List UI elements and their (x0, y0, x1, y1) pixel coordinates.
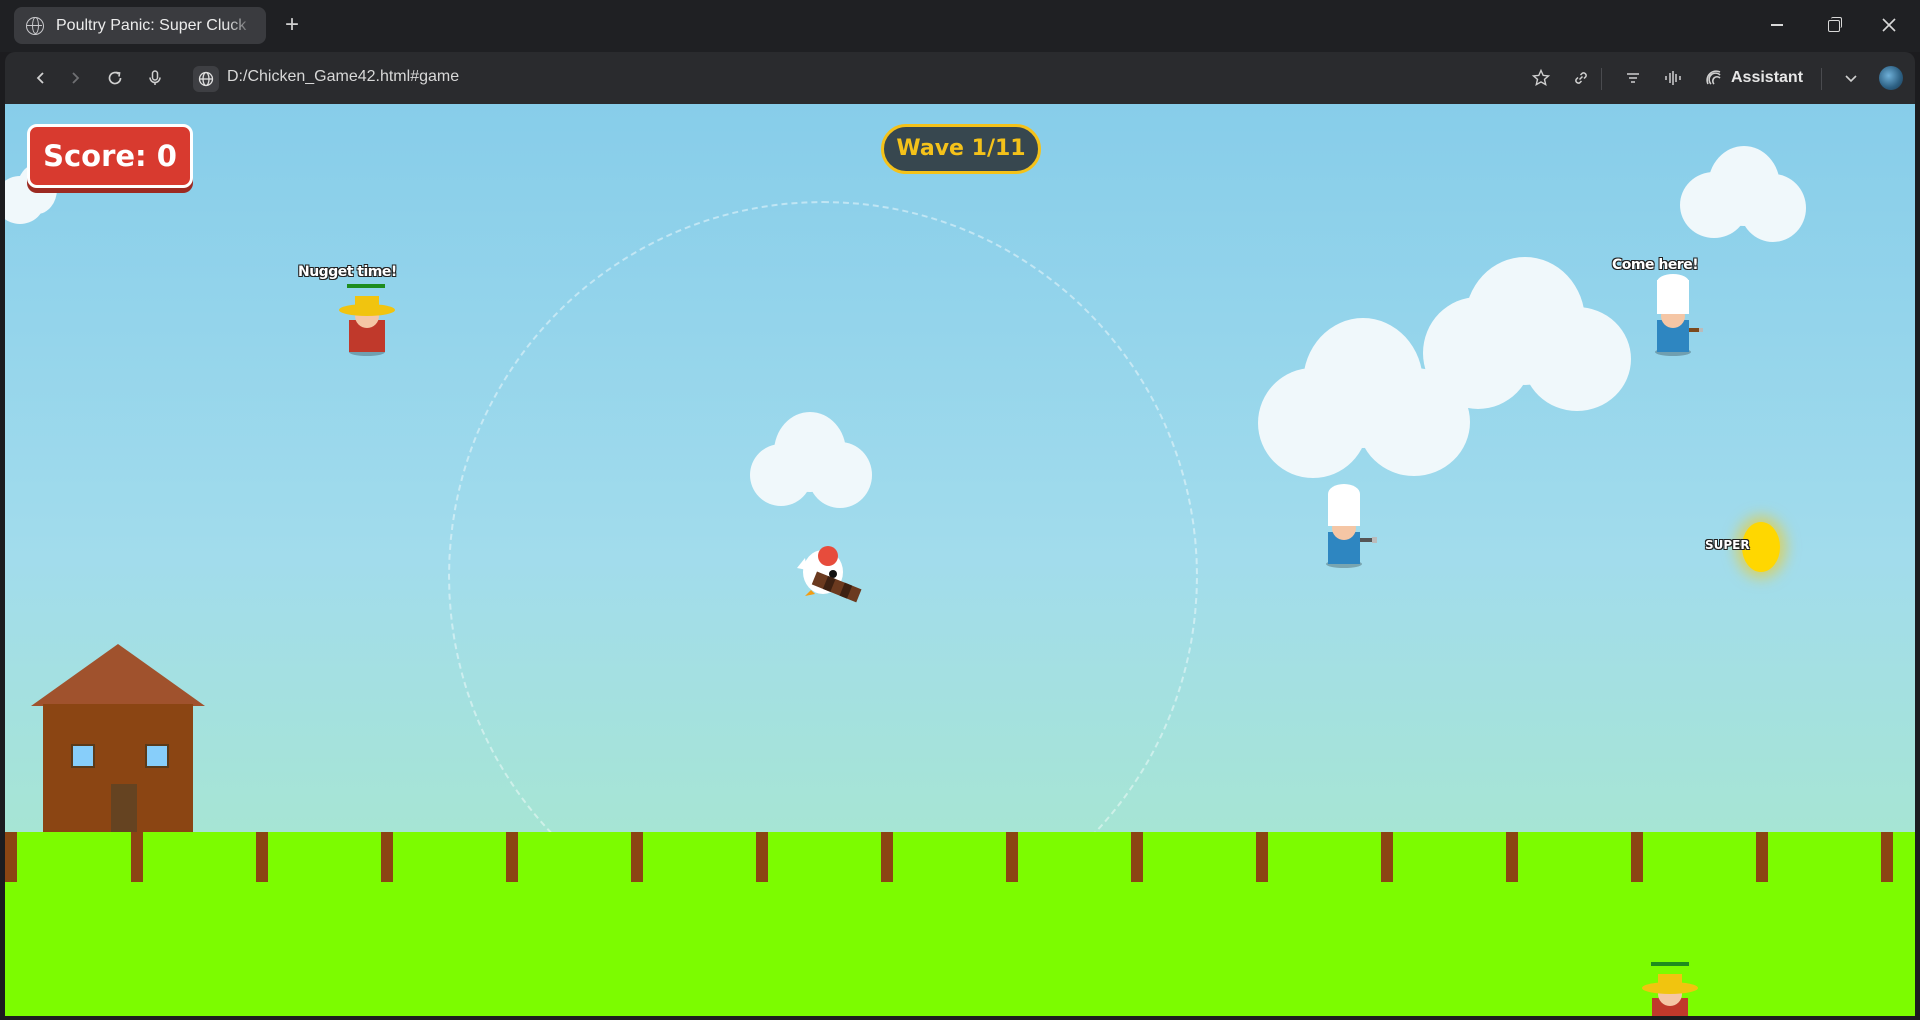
bookmark-button[interactable] (1527, 64, 1555, 92)
assistant-button[interactable]: Assistant (1705, 66, 1803, 90)
browser-tab[interactable]: Poultry Panic: Super Cluck (14, 7, 266, 44)
fence-post (1506, 832, 1518, 882)
fence-post (1131, 832, 1143, 882)
link-icon (1575, 72, 1587, 84)
globe-icon (198, 71, 214, 87)
fence-post (881, 832, 893, 882)
restore-button[interactable] (1810, 8, 1856, 42)
fence-post (631, 832, 643, 882)
fence-post (1006, 832, 1018, 882)
enemy-health-bar (347, 284, 385, 288)
fence-post (1756, 832, 1768, 882)
star-icon (1531, 68, 1551, 87)
globe-icon (26, 16, 44, 35)
arrow-right-icon (72, 72, 80, 84)
assistant-label: Assistant (1731, 69, 1804, 86)
enemy-speech: Come here! (1612, 257, 1699, 273)
score-display: Score: 0 (27, 124, 193, 188)
arrow-left-icon (36, 72, 44, 84)
fence-post (256, 832, 268, 882)
house-window (145, 744, 169, 768)
reload-icon (108, 71, 122, 85)
audio-button[interactable] (1659, 64, 1687, 92)
back-button[interactable] (27, 64, 55, 92)
forward-button[interactable] (61, 64, 89, 92)
minimize-button[interactable] (1754, 8, 1800, 42)
farmer-enemy[interactable] (1640, 968, 1700, 1016)
chef-enemy[interactable] (1645, 274, 1705, 356)
lines-icon (1627, 73, 1639, 83)
farmhouse (29, 644, 209, 834)
fence-post (1381, 832, 1393, 882)
game-canvas[interactable]: Nugget time! Come here! SUPER Score: 0 W… (5, 104, 1915, 1016)
profile-avatar[interactable] (1879, 66, 1903, 90)
site-info-button[interactable] (193, 66, 219, 92)
fence-post (1631, 832, 1643, 882)
fence-post (756, 832, 768, 882)
close-window-button[interactable] (1866, 8, 1912, 42)
cloud (1423, 257, 1633, 417)
address-bar[interactable]: D:/Chicken_Game42.html#game (227, 68, 459, 86)
fence-post (5, 832, 17, 882)
tab-title: Poultry Panic: Super Cluck (56, 16, 247, 34)
new-tab-button[interactable]: + (278, 12, 306, 40)
fence-post (131, 832, 143, 882)
fence-post (506, 832, 518, 882)
cloud (1680, 146, 1810, 246)
title-bar: Poultry Panic: Super Cluck + (0, 0, 1920, 52)
toolbar-divider (1601, 68, 1602, 90)
chef-enemy[interactable] (1320, 482, 1384, 568)
wave-indicator: Wave 1/11 (881, 124, 1041, 174)
browser-toolbar: D:/Chicken_Game42.html#game Assistant (5, 52, 1915, 104)
copy-link-button[interactable] (1567, 64, 1595, 92)
house-roof (31, 644, 205, 706)
reader-mode-button[interactable] (1619, 64, 1647, 92)
enemy-health-bar (1651, 962, 1689, 966)
menu-dropdown-button[interactable] (1837, 64, 1865, 92)
house-window (71, 744, 95, 768)
powerup-label: SUPER (1705, 538, 1750, 552)
reload-button[interactable] (101, 64, 129, 92)
fence-post (1256, 832, 1268, 882)
waveform-icon (1665, 71, 1681, 85)
enemy-speech: Nugget time! (298, 264, 397, 280)
voice-search-button[interactable] (141, 64, 169, 92)
chicken-player[interactable] (793, 544, 873, 624)
grass-ground (5, 832, 1915, 1016)
chevron-down-icon (1845, 75, 1857, 83)
fence-post (1881, 832, 1893, 882)
close-icon (1882, 18, 1896, 32)
farmer-enemy[interactable] (337, 290, 397, 356)
fence-post (381, 832, 393, 882)
toolbar-divider (1821, 68, 1822, 90)
house-door (111, 784, 137, 832)
microphone-icon (149, 70, 161, 85)
assistant-icon (1706, 70, 1721, 85)
